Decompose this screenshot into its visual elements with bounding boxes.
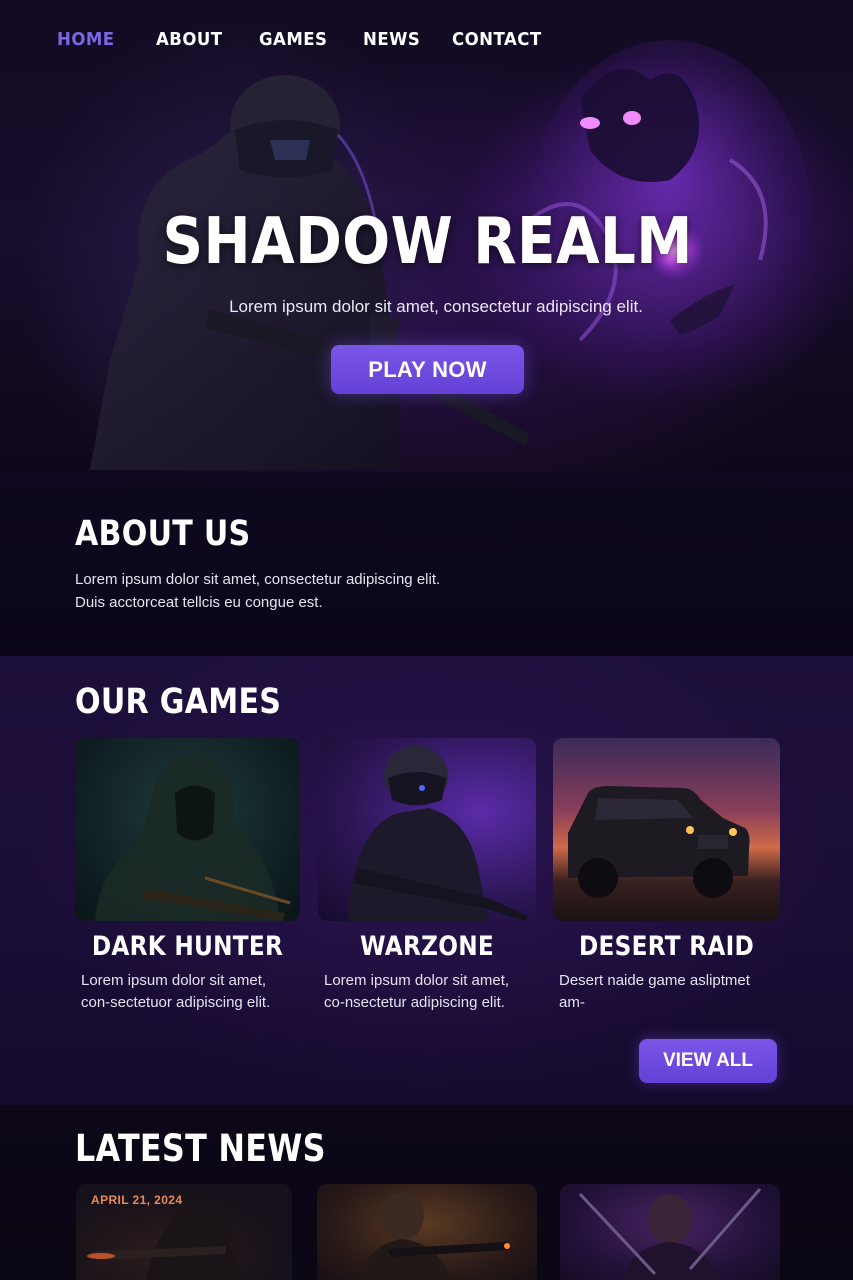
news-image (358, 1192, 510, 1280)
main-nav: HOME ABOUT GAMES NEWS CONTACT (0, 0, 853, 82)
game-card-dark-hunter[interactable]: DARK HUNTER Lorem ipsum dolor sit amet, … (75, 738, 300, 1014)
game-description: Lorem ipsum dolor sit amet, con-sectetuo… (81, 972, 271, 1011)
game-description: Lorem ipsum dolor sit amet, co-nsectetur… (324, 972, 510, 1011)
about-line-2: Duis acctorceat tellcis eu congue est. (75, 594, 323, 611)
about-line-1: Lorem ipsum dolor sit amet, consectetur … (75, 571, 441, 588)
nav-games[interactable]: GAMES (259, 29, 327, 50)
game-thumbnail[interactable] (318, 738, 536, 921)
news-card[interactable] (560, 1184, 780, 1280)
hooded-hunter-thumbnail (95, 753, 291, 921)
view-all-button[interactable]: VIEW ALL (639, 1039, 777, 1083)
hero-title: SHADOW REALM (162, 205, 693, 279)
games-title: OUR GAMES (75, 682, 282, 722)
nav-home[interactable]: HOME (57, 29, 115, 50)
game-name: WARZONE (359, 931, 495, 962)
nav-about[interactable]: ABOUT (156, 29, 223, 50)
about-text: Lorem ipsum dolor sit amet, consectetur … (75, 568, 575, 614)
news-date: APRIL 21, 2024 (91, 1193, 183, 1207)
play-now-button[interactable]: PLAY NOW (331, 345, 524, 394)
news-image (578, 1188, 762, 1280)
nav-contact[interactable]: CONTACT (452, 29, 542, 50)
game-description: Desert naide game asliptmet am- (559, 972, 750, 1011)
game-card-warzone[interactable]: WARZONE Lorem ipsum dolor sit amet, co-n… (318, 738, 536, 1014)
hero-subtitle: Lorem ipsum dolor sit amet, consectetur … (229, 297, 643, 316)
game-thumbnail[interactable] (553, 738, 780, 921)
news-card[interactable]: APRIL 21, 2024 (76, 1184, 292, 1280)
news-card[interactable] (317, 1184, 537, 1280)
game-card-desert-raid[interactable]: DESERT RAID Desert naide game asliptmet … (553, 738, 780, 1014)
nav-news[interactable]: NEWS (363, 29, 420, 50)
about-section: ABOUT US Lorem ipsum dolor sit amet, con… (0, 472, 853, 656)
news-section: LATEST NEWS APRIL 21, 2024 (0, 1105, 853, 1280)
armored-soldier-thumbnail (348, 746, 528, 921)
jeep-thumbnail (568, 786, 750, 898)
news-title: LATEST NEWS (75, 1127, 326, 1170)
game-thumbnail[interactable] (75, 738, 300, 921)
game-name: DESERT RAID (578, 931, 755, 962)
games-section: OUR GAMES DARK HUNTER Lorem ipsum dolor … (0, 656, 853, 1105)
about-title: ABOUT US (75, 514, 251, 554)
game-name: DARK HUNTER (91, 931, 284, 962)
